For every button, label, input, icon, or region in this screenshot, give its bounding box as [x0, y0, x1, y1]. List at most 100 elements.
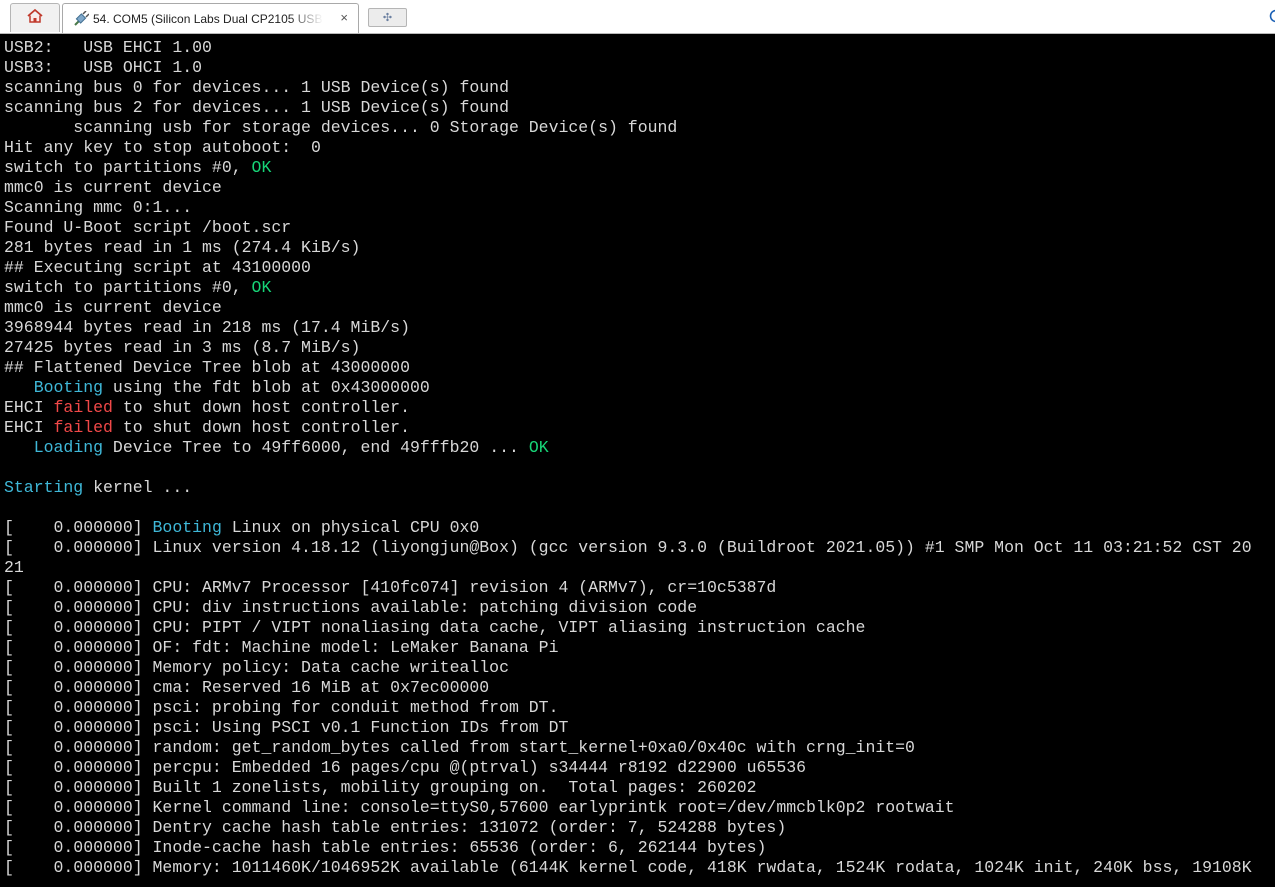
terminal-line: [ 0.000000] Inode-cache hash table entri… [4, 838, 1272, 858]
terminal-text: switch to partitions #0, [4, 278, 252, 297]
serial-plug-icon [73, 10, 89, 27]
terminal-text: [ 0.000000] Memory policy: Data cache wr… [4, 658, 509, 677]
terminal-line: EHCI failed to shut down host controller… [4, 398, 1272, 418]
terminal-line: scanning bus 0 for devices... 1 USB Devi… [4, 78, 1272, 98]
terminal-text: mmc0 is current device [4, 178, 222, 197]
terminal-line: Starting kernel ... [4, 478, 1272, 498]
new-tab-icon: ✣ [382, 12, 393, 24]
terminal-line: USB3: USB OHCI 1.0 [4, 58, 1272, 78]
terminal-line: switch to partitions #0, OK [4, 158, 1272, 178]
terminal-line: [ 0.000000] psci: probing for conduit me… [4, 698, 1272, 718]
terminal-status-info: Loading [33, 438, 104, 457]
terminal-text: [ 0.000000] percpu: Embedded 16 pages/cp… [4, 758, 807, 777]
terminal-line: Loading Device Tree to 49ff6000, end 49f… [4, 438, 1272, 458]
terminal-line: Booting using the fdt blob at 0x43000000 [4, 378, 1272, 398]
terminal-text: [ 0.000000] Linux version 4.18.12 (liyon… [4, 538, 1252, 557]
terminal-text: [ 0.000000] Built 1 zonelists, mobility … [4, 778, 757, 797]
terminal-text: Found U-Boot script /boot.scr [4, 218, 292, 237]
home-icon [26, 8, 44, 29]
terminal-text: switch to partitions #0, [4, 158, 252, 177]
terminal-text: [ 0.000000] Kernel command line: console… [4, 798, 955, 817]
terminal-line: 27425 bytes read in 3 ms (8.7 MiB/s) [4, 338, 1272, 358]
terminal-line: 3968944 bytes read in 218 ms (17.4 MiB/s… [4, 318, 1272, 338]
terminal-status-fail: failed [53, 398, 113, 417]
terminal-text: [ 0.000000] random: get_random_bytes cal… [4, 738, 915, 757]
terminal-line: [ 0.000000] Kernel command line: console… [4, 798, 1272, 818]
terminal-text: [ 0.000000] psci: probing for conduit me… [4, 698, 559, 717]
terminal-text: [ 0.000000] psci: Using PSCI v0.1 Functi… [4, 718, 569, 737]
terminal-line: [ 0.000000] percpu: Embedded 16 pages/cp… [4, 758, 1272, 778]
terminal-line: ## Flattened Device Tree blob at 4300000… [4, 358, 1272, 378]
tab-label: 54. COM5 (Silicon Labs Dual CP2105 USB t… [93, 11, 323, 26]
terminal-line: mmc0 is current device [4, 178, 1272, 198]
terminal-line: [ 0.000000] Built 1 zonelists, mobility … [4, 778, 1272, 798]
terminal-text: USB3: USB OHCI 1.0 [4, 58, 203, 77]
terminal-status-info: Booting [33, 378, 104, 397]
terminal-line: scanning bus 2 for devices... 1 USB Devi… [4, 98, 1272, 118]
terminal-line: switch to partitions #0, OK [4, 278, 1272, 298]
terminal-line: USB2: USB EHCI 1.00 [4, 38, 1272, 58]
terminal-text: EHCI [4, 418, 54, 437]
tab-bar: 54. COM5 (Silicon Labs Dual CP2105 USB t… [0, 0, 1275, 34]
terminal-line: [ 0.000000] cma: Reserved 16 MiB at 0x7e… [4, 678, 1272, 698]
terminal-text: Linux on physical CPU 0x0 [221, 518, 480, 537]
terminal-line: [ 0.000000] random: get_random_bytes cal… [4, 738, 1272, 758]
terminal-line: [ 0.000000] Dentry cache hash table entr… [4, 818, 1272, 838]
terminal-line: mmc0 is current device [4, 298, 1272, 318]
terminal-text: USB2: USB EHCI 1.00 [4, 38, 212, 57]
terminal-text: [ 0.000000] cma: Reserved 16 MiB at 0x7e… [4, 678, 490, 697]
terminal-line: [ 0.000000] Memory: 1011460K/1046952K av… [4, 858, 1272, 878]
terminal-line: [ 0.000000] Booting Linux on physical CP… [4, 518, 1272, 538]
terminal-line: Found U-Boot script /boot.scr [4, 218, 1272, 238]
terminal-text: scanning bus 0 for devices... 1 USB Devi… [4, 78, 509, 97]
terminal-line: Hit any key to stop autoboot: 0 [4, 138, 1272, 158]
terminal-text: 281 bytes read in 1 ms (274.4 KiB/s) [4, 238, 361, 257]
terminal-line: Scanning mmc 0:1... [4, 198, 1272, 218]
terminal-output[interactable]: USB2: USB EHCI 1.00 USB3: USB OHCI 1.0 sca… [4, 38, 1272, 887]
terminal-status-ok: OK [528, 438, 549, 457]
terminal-line: [ 0.000000] CPU: div instructions availa… [4, 598, 1272, 618]
terminal-status-ok: OK [251, 158, 272, 177]
terminal-text: to shut down host controller. [112, 398, 410, 417]
terminal-status-info: Booting [152, 518, 222, 537]
terminal-text: ## Flattened Device Tree blob at 4300000… [4, 358, 410, 377]
terminal-text: ## Executing script at 43100000 [4, 258, 311, 277]
terminal-line: [ 0.000000] CPU: PIPT / VIPT nonaliasing… [4, 618, 1272, 638]
terminal-text: scanning bus 2 for devices... 1 USB Devi… [4, 98, 509, 117]
close-tab-icon[interactable]: × [340, 10, 348, 25]
terminal-text: kernel ... [83, 478, 193, 497]
terminal-text: EHCI [4, 398, 54, 417]
terminal-line: ## Executing script at 43100000 [4, 258, 1272, 278]
terminal-text: 21 [4, 558, 24, 577]
terminal-status-fail: failed [53, 418, 113, 437]
terminal-status-ok: OK [251, 278, 272, 297]
home-tab[interactable] [10, 3, 60, 32]
terminal-line: [ 0.000000] psci: Using PSCI v0.1 Functi… [4, 718, 1272, 738]
terminal-text: [ 0.000000] CPU: div instructions availa… [4, 598, 698, 617]
terminal-text: mmc0 is current device [4, 298, 222, 317]
terminal-text: Device Tree to 49ff6000, end 49fffb20 ..… [103, 438, 529, 457]
terminal-text: [ 0.000000] Memory: 1011460K/1046952K av… [4, 858, 1252, 877]
new-tab-button[interactable]: ✣ [368, 8, 407, 27]
terminal-text: [ 0.000000] CPU: ARMv7 Processor [410fc0… [4, 578, 777, 597]
terminal-text: [ 0.000000] Inode-cache hash table entri… [4, 838, 767, 857]
terminal-line: [ 0.000000] OF: fdt: Machine model: LeMa… [4, 638, 1272, 658]
terminal-text: 27425 bytes read in 3 ms (8.7 MiB/s) [4, 338, 361, 357]
tab-serial-session[interactable]: 54. COM5 (Silicon Labs Dual CP2105 USB t… [62, 3, 359, 33]
terminal-text: using the fdt blob at 0x43000000 [103, 378, 430, 397]
terminal-line: [ 0.000000] CPU: ARMv7 Processor [410fc0… [4, 578, 1272, 598]
terminal-text: Scanning mmc 0:1... [4, 198, 193, 217]
terminal-text: Hit any key to stop autoboot: 0 [4, 138, 321, 157]
terminal-text: [ 0.000000] Dentry cache hash table entr… [4, 818, 787, 837]
terminal-text: [ 0.000000] OF: fdt: Machine model: LeMa… [4, 638, 559, 657]
terminal-line: 21 [4, 558, 1272, 578]
terminal-line: scanning usb for storage devices... 0 St… [4, 118, 1272, 138]
terminal-text: scanning usb for storage devices... 0 St… [4, 118, 678, 137]
terminal-line: 281 bytes read in 1 ms (274.4 KiB/s) [4, 238, 1272, 258]
terminal-line: EHCI failed to shut down host controller… [4, 418, 1272, 438]
terminal-text: [ 0.000000] CPU: PIPT / VIPT nonaliasing… [4, 618, 866, 637]
